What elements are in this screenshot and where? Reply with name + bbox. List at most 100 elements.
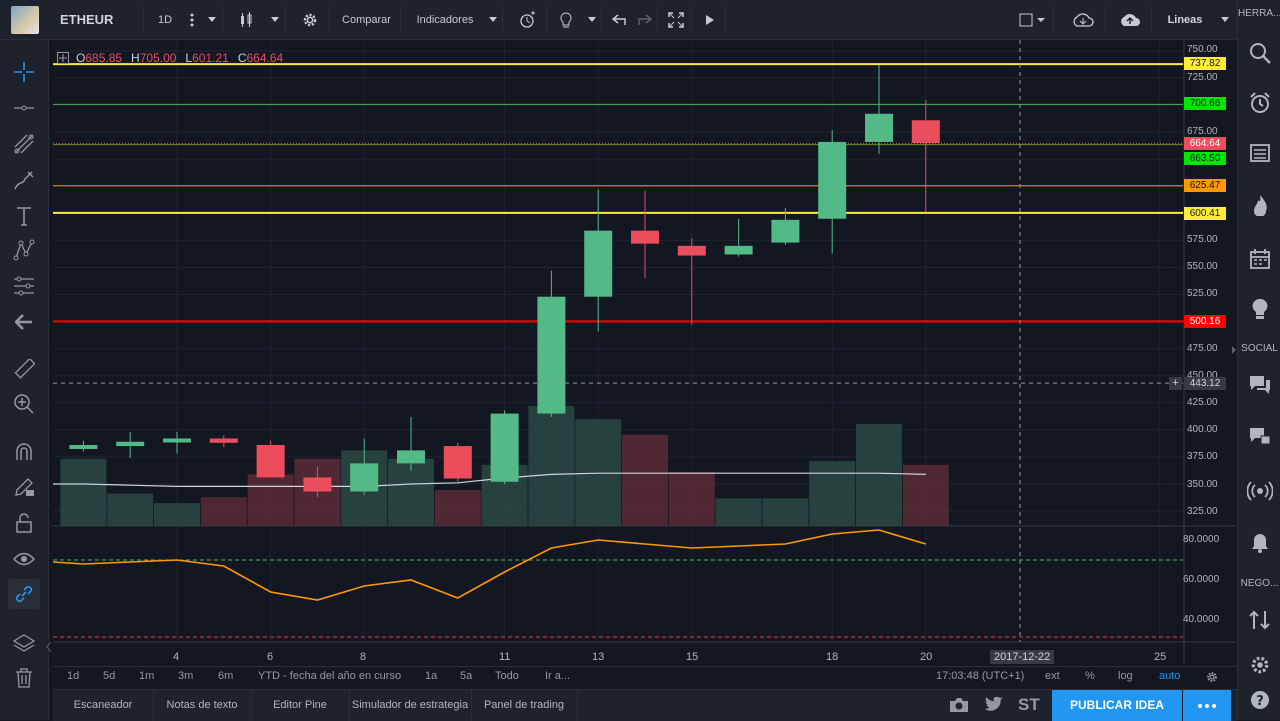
candle-body [631,230,659,244]
notes-tab[interactable]: Notas de texto [153,690,252,721]
symbol-search[interactable]: ETHEUR [52,6,144,33]
watchlist-icon[interactable] [1238,136,1280,170]
candle-body [771,219,800,243]
indicators-button[interactable]: Indicadores [405,6,485,33]
add-plus-icon[interactable]: + [1169,377,1182,390]
scanner-tab[interactable]: Escaneador [53,690,154,721]
crosshair-icon[interactable] [8,57,40,87]
alarm-clock-icon[interactable] [1238,86,1280,120]
cloud-upload-icon[interactable] [1108,6,1152,33]
stocktwits-icon[interactable]: ST [1018,695,1040,715]
right-panel: HERRA... SOCIAL NEGO... ? [1237,0,1280,720]
compare-button[interactable]: Comparar [333,6,401,33]
more-options-icon[interactable] [1183,690,1231,721]
volume-bar [856,424,902,526]
candle-body [818,141,847,219]
range-3m-button[interactable]: 3m [178,670,193,682]
eye-icon[interactable] [8,544,40,574]
volume-bar [247,474,294,526]
strategy-tester-tab[interactable]: Simulador de estrategia [349,690,472,721]
arrow-left-icon[interactable] [8,307,40,337]
candle-body [303,477,332,492]
layers-icon[interactable] [8,628,40,658]
chart-style-dropdown-icon[interactable] [1214,6,1236,33]
axis-settings-gear-icon[interactable] [1205,670,1219,687]
range-1a-button[interactable]: 1a [425,670,437,682]
time-tick: 6 [267,651,274,663]
calendar-icon[interactable] [1238,242,1280,276]
log-toggle[interactable]: log [1118,670,1133,682]
level-label-700: 700.66 [1184,97,1226,110]
interval-button[interactable]: 1D [147,6,183,33]
alert-add-icon[interactable] [507,6,547,33]
camera-icon[interactable] [949,697,969,716]
streams-broadcast-icon[interactable] [1238,474,1280,508]
auto-toggle[interactable]: auto [1159,670,1180,682]
chart-type-dropdown-icon[interactable] [264,6,286,33]
range-ytd-button[interactable]: YTD - fecha del año en curso [258,670,401,682]
percent-toggle[interactable]: % [1085,670,1095,682]
pencil-lock-icon[interactable] [8,472,40,502]
ext-toggle[interactable]: ext [1045,670,1060,682]
lightbulb-icon[interactable] [550,6,582,33]
range-all-button[interactable]: Todo [495,670,519,682]
notifications-bell-icon[interactable] [1238,526,1280,560]
trash-icon[interactable] [8,663,40,693]
candle-body [69,444,98,449]
candles-icon[interactable] [228,6,264,33]
cloud-download-icon[interactable] [1060,6,1106,33]
time-tick: 11 [499,651,511,663]
interval-label: 1D [157,13,173,26]
chart-style-button[interactable]: Lineas [1156,6,1214,33]
private-chat-icon[interactable] [1238,420,1280,454]
horizontal-line-icon[interactable] [8,93,40,123]
range-6m-button[interactable]: 6m [218,670,233,682]
legend-toggle-icon[interactable] [57,52,69,64]
link-icon[interactable] [8,579,40,609]
collapse-toolbar-icon[interactable] [45,640,53,654]
interval-dropdown-icon[interactable] [201,6,223,33]
chat-icon[interactable] [1238,368,1280,402]
lock-icon[interactable] [8,508,40,538]
indicators-dropdown-icon[interactable] [483,6,503,33]
fullscreen-icon[interactable] [660,6,692,33]
magnet-icon[interactable] [8,437,40,467]
avatar[interactable] [0,5,50,34]
oscillator-pane [53,529,1183,638]
text-tool-icon[interactable] [8,201,40,231]
order-arrows-icon[interactable] [1238,603,1280,637]
replay-play-icon[interactable] [694,6,726,33]
osc-tick: 80.0000 [1183,534,1220,545]
chart-area[interactable]: O 685.85 H 705.00 L 601.21 C 664.64 750.… [53,40,1236,665]
fib-tool-icon[interactable] [8,129,40,159]
trading-panel-tab[interactable]: Panel de trading [471,690,578,721]
range-1d-button[interactable]: 1d [67,670,79,682]
layout-select[interactable] [1010,6,1054,33]
pine-editor-tab[interactable]: Editor Pine [251,690,350,721]
expand-panel-icon[interactable] [1231,345,1237,355]
goto-date-button[interactable]: Ir a... [545,670,570,682]
twitter-icon[interactable] [984,696,1004,717]
volume-bar [668,472,715,526]
range-5d-button[interactable]: 5d [103,670,115,682]
gear-icon[interactable] [290,6,330,33]
brush-icon[interactable] [8,165,40,195]
undo-icon[interactable] [606,6,632,33]
volume-bar [154,503,200,526]
prediction-tool-icon[interactable] [8,271,40,301]
search-icon[interactable] [1238,36,1280,70]
settings-gear-icon[interactable] [1238,648,1280,682]
help-question-icon[interactable]: ? [1238,683,1280,717]
redo-icon[interactable] [632,6,658,33]
ruler-icon[interactable] [8,355,40,385]
ideas-dropdown-icon[interactable] [582,6,602,33]
pattern-tool-icon[interactable] [8,235,40,265]
ideas-lightbulb-icon[interactable] [1238,292,1280,326]
chart-canvas[interactable] [53,40,1236,665]
more-dots-icon[interactable] [183,6,201,33]
hotlist-flame-icon[interactable] [1238,188,1280,222]
range-1m-button[interactable]: 1m [139,670,154,682]
range-5a-button[interactable]: 5a [460,670,472,682]
zoom-in-icon[interactable] [8,389,40,419]
publish-idea-button[interactable]: PUBLICAR IDEA [1052,690,1182,721]
